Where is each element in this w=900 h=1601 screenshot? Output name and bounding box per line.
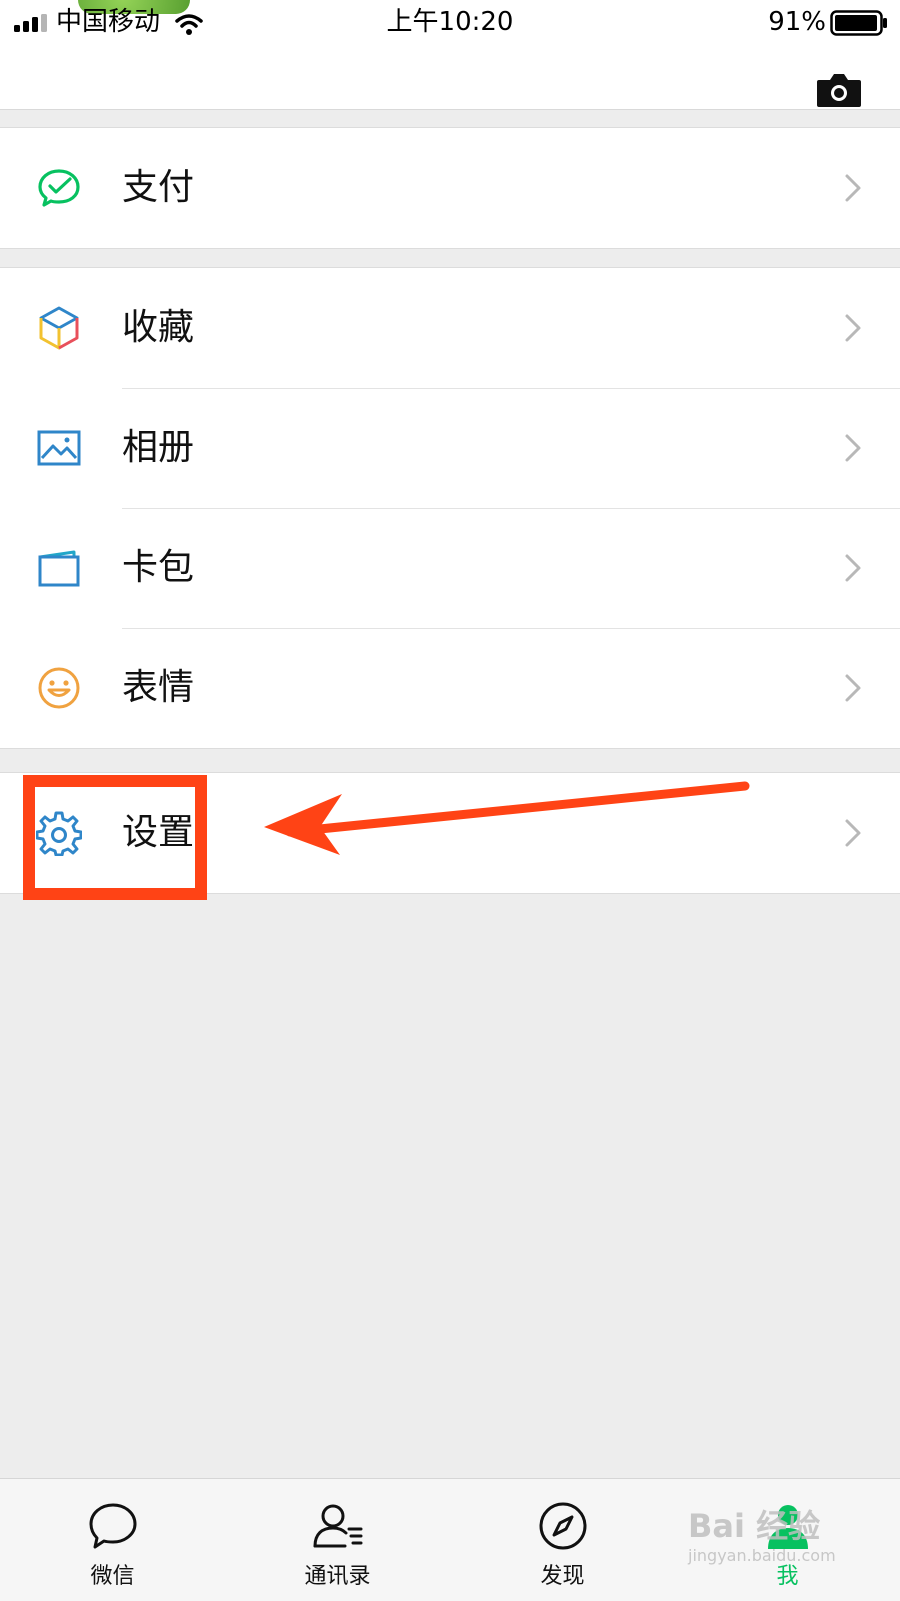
battery-icon (830, 10, 887, 36)
tab-label-discover: 发现 (540, 1564, 585, 1589)
menu-label-settings: 设置 (122, 812, 195, 853)
chevron-right-icon (845, 174, 861, 202)
tab-label-me: 我 (776, 1564, 799, 1589)
header-bar (0, 44, 900, 110)
status-bar: 中国移动 上午10:20 91% (0, 0, 900, 44)
menu-item-cards[interactable]: 卡包 (0, 508, 900, 628)
tab-label-contacts: 通讯录 (304, 1564, 371, 1589)
pay-group: 支付 (0, 127, 900, 249)
smiley-icon (38, 667, 80, 709)
tab-label-chats: 微信 (90, 1564, 135, 1589)
menu-label-pay: 支付 (122, 167, 195, 208)
menu-label-favorites: 收藏 (122, 307, 195, 348)
favorites-cube-icon (39, 306, 79, 350)
person-icon (768, 1505, 808, 1549)
status-time: 上午10:20 (386, 7, 514, 37)
tools-group: 收藏 相册 卡包 表情 (0, 267, 900, 749)
menu-item-settings[interactable]: 设置 (0, 773, 900, 893)
contacts-icon (313, 1504, 363, 1548)
card-wallet-icon (38, 550, 80, 587)
compass-icon (539, 1502, 587, 1550)
gear-icon (36, 811, 82, 856)
tab-bar: 微信 通讯录 发现 我 (0, 1478, 900, 1601)
chevron-right-icon (845, 819, 861, 847)
chevron-right-icon (845, 314, 861, 342)
album-icon (37, 430, 81, 466)
tab-me[interactable]: 我 (675, 1479, 900, 1601)
camera-icon[interactable] (816, 72, 862, 108)
menu-item-favorites[interactable]: 收藏 (0, 268, 900, 388)
menu-item-album[interactable]: 相册 (0, 388, 900, 508)
chat-bubble-icon (89, 1503, 137, 1549)
menu-item-stickers[interactable]: 表情 (0, 628, 900, 748)
chevron-right-icon (845, 434, 861, 462)
settings-group: 设置 (0, 772, 900, 894)
pay-icon (38, 169, 80, 207)
chevron-right-icon (845, 674, 861, 702)
battery-percentage: 91% (768, 7, 826, 37)
menu-label-album: 相册 (122, 427, 195, 468)
chevron-right-icon (845, 554, 861, 582)
menu-label-stickers: 表情 (122, 667, 195, 708)
menu-label-cards: 卡包 (122, 547, 195, 588)
tab-discover[interactable]: 发现 (450, 1479, 675, 1601)
tab-contacts[interactable]: 通讯录 (225, 1479, 450, 1601)
tab-chats[interactable]: 微信 (0, 1479, 225, 1601)
menu-item-pay[interactable]: 支付 (0, 128, 900, 248)
